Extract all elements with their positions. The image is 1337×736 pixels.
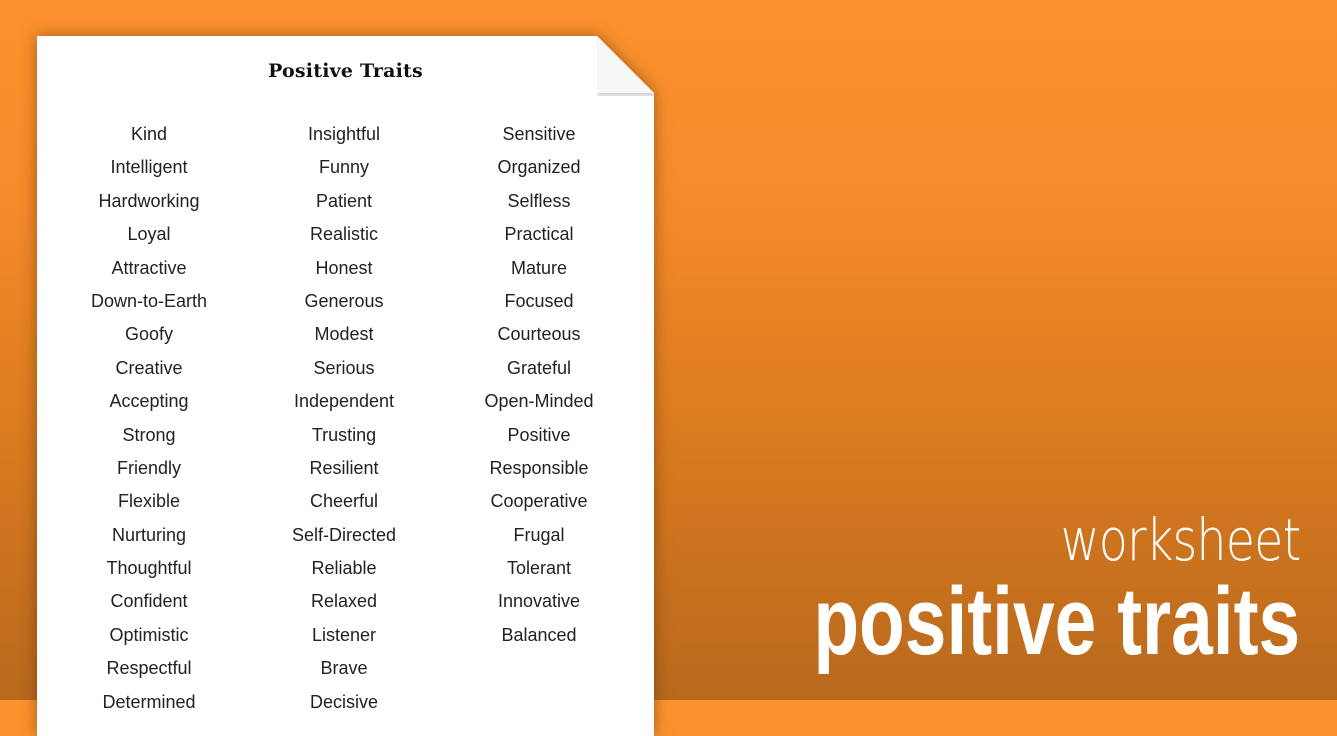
- trait-item: Optimistic: [109, 624, 189, 645]
- trait-item: Responsible: [489, 457, 589, 478]
- trait-item: Respectful: [106, 658, 192, 679]
- hero-title: positive traits: [813, 568, 1300, 675]
- hero-subtitle: worksheet: [1060, 506, 1301, 574]
- trait-item: Tolerant: [506, 558, 572, 579]
- trait-item: Attractive: [111, 257, 187, 278]
- trait-item: Accepting: [109, 391, 189, 412]
- trait-item: Insightful: [307, 124, 381, 144]
- trait-item: Determined: [102, 691, 196, 712]
- trait-item: Friendly: [116, 457, 182, 478]
- worksheet-title: Positive Traits: [268, 60, 423, 82]
- trait-item: Nurturing: [111, 524, 187, 545]
- trait-item: Grateful: [506, 357, 572, 378]
- trait-item: Resilient: [309, 457, 379, 478]
- trait-item: Courteous: [497, 324, 581, 345]
- worksheet-page: Positive Traits Kind Intelligent Hardworki…: [37, 36, 654, 736]
- trait-item: Independent: [293, 391, 395, 412]
- trait-item: Reliable: [311, 558, 377, 579]
- trait-item: Organized: [497, 157, 581, 178]
- trait-item: Mature: [510, 257, 568, 278]
- trait-item: Cooperative: [490, 491, 588, 512]
- trait-item: Practical: [504, 224, 574, 245]
- traits-column-2: Insightful Funny Patient Realistic Honest Gen…: [244, 122, 444, 723]
- trait-item: Patient: [315, 190, 373, 211]
- trait-item: Generous: [304, 290, 384, 311]
- trait-item: Confident: [110, 591, 188, 612]
- trait-item: Sensitive: [502, 124, 576, 144]
- trait-item: Selfless: [507, 190, 571, 211]
- trait-item: Balanced: [501, 624, 577, 645]
- traits-column-3: Sensitive Organized Selfless Practical Matur…: [439, 122, 639, 656]
- page-corner-fold: [597, 36, 654, 93]
- trait-item: Thoughtful: [106, 558, 192, 579]
- trait-item: Down-to-Earth: [90, 290, 208, 311]
- trait-item: Strong: [122, 424, 176, 445]
- trait-item: Hardworking: [98, 190, 200, 211]
- trait-item: Brave: [320, 658, 368, 679]
- trait-item: Positive: [507, 424, 571, 445]
- trait-item: Serious: [313, 357, 375, 378]
- trait-item: Intelligent: [110, 157, 188, 178]
- trait-item: Honest: [315, 257, 373, 278]
- trait-item: Focused: [504, 290, 574, 311]
- trait-item: Decisive: [309, 691, 379, 712]
- trait-item: Modest: [314, 324, 374, 345]
- trait-item: Self-Directed: [291, 524, 397, 545]
- trait-item: Trusting: [311, 424, 377, 445]
- traits-column-1: Kind Intelligent Hardworking Loyal Attractiv…: [49, 122, 249, 723]
- trait-item: Loyal: [127, 224, 171, 245]
- trait-item: Relaxed: [310, 591, 378, 612]
- trait-item: Creative: [115, 357, 183, 378]
- trait-item: Goofy: [124, 324, 174, 345]
- trait-item: Listener: [311, 624, 377, 645]
- trait-item: Flexible: [117, 491, 181, 512]
- trait-item: Open-Minded: [484, 391, 594, 412]
- trait-item: Innovative: [497, 591, 581, 612]
- trait-item: Funny: [318, 157, 370, 178]
- trait-item: Frugal: [513, 524, 565, 545]
- trait-item: Kind: [130, 124, 168, 144]
- trait-item: Cheerful: [309, 491, 379, 512]
- trait-item: Realistic: [309, 224, 379, 245]
